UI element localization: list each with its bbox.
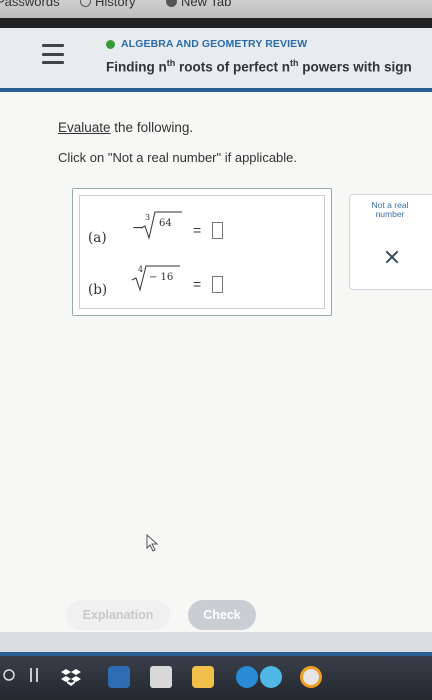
answer-input-a[interactable] — [212, 222, 223, 239]
answer-input-b[interactable] — [212, 276, 223, 293]
clear-icon[interactable] — [384, 249, 400, 265]
bookmark-history[interactable]: History — [80, 0, 135, 9]
section-row: ALGEBRA AND GEOMETRY REVIEW — [106, 38, 307, 50]
menu-icon[interactable] — [42, 44, 64, 64]
section-label: ALGEBRA AND GEOMETRY REVIEW — [121, 38, 308, 50]
bookmark-label: Passwords — [0, 0, 60, 9]
radicand: 64 — [159, 218, 172, 229]
problem-b-label: (b) — [88, 282, 108, 298]
title-superscript: th — [290, 58, 299, 68]
browser-icon[interactable] — [260, 666, 282, 688]
bookmarks-bar: Passwords History New Tab — [0, 0, 432, 18]
evaluate-link[interactable]: Evaluate — [58, 120, 111, 135]
history-icon — [80, 0, 91, 7]
app-icon[interactable] — [108, 666, 130, 688]
check-button[interactable]: Check — [188, 600, 256, 630]
fourth-root-expression: 4 − 16 — [131, 265, 180, 292]
edge-icon[interactable] — [236, 666, 258, 688]
title-superscript: th — [166, 58, 176, 68]
title-part: roots of perfect n — [175, 59, 290, 75]
store-icon[interactable] — [150, 666, 172, 688]
problem-a-label: (a) — [88, 230, 107, 246]
cube-root-expression: − 3 64 — [132, 211, 182, 240]
problem-box: (a) − 3 64 = (b) 4 − 16 = — [72, 188, 332, 316]
radical-index: 4 — [138, 265, 143, 274]
bookmark-label: History — [95, 0, 136, 9]
bookmark-label: New Tab — [181, 0, 232, 9]
chrome-icon[interactable] — [300, 666, 322, 688]
topic-title: Finding nth roots of perfect nth powers … — [106, 58, 412, 75]
taskbar — [0, 656, 432, 700]
new-tab-icon — [166, 0, 177, 7]
task-view-icon[interactable] — [30, 668, 32, 682]
bookmark-new-tab[interactable]: New Tab — [166, 0, 231, 9]
footer-bar — [0, 632, 432, 652]
answer-tools-panel: Not a real number — [349, 194, 432, 290]
title-part: Finding n — [106, 59, 167, 75]
folder-icon[interactable] — [192, 666, 214, 688]
equals-sign: = — [193, 222, 202, 238]
status-dot-icon — [106, 39, 115, 49]
task-view-icon[interactable] — [36, 668, 38, 682]
search-icon[interactable] — [2, 668, 16, 682]
instruction-evaluate: Evaluate the following. — [58, 120, 193, 135]
dropbox-icon[interactable] — [60, 666, 82, 688]
instruction-text: the following. — [110, 120, 194, 135]
radical-index: 3 — [145, 213, 150, 222]
radicand: − 16 — [149, 272, 173, 283]
main-panel: Evaluate the following. Click on "Not a … — [0, 92, 432, 632]
problem-inner-box: (a) − 3 64 = (b) 4 − 16 = — [79, 195, 325, 309]
app-header: ALGEBRA AND GEOMETRY REVIEW Finding nth … — [0, 28, 432, 89]
equals-sign: = — [193, 276, 202, 292]
instruction-not-real: Click on "Not a real number" if applicab… — [58, 150, 298, 165]
explanation-button[interactable]: Explanation — [66, 600, 170, 630]
mouse-cursor-icon — [146, 534, 159, 552]
title-part: powers with sign — [298, 59, 412, 75]
not-real-number-button[interactable]: Not a real number — [360, 201, 420, 219]
bookmark-passwords[interactable]: Passwords — [0, 0, 60, 9]
